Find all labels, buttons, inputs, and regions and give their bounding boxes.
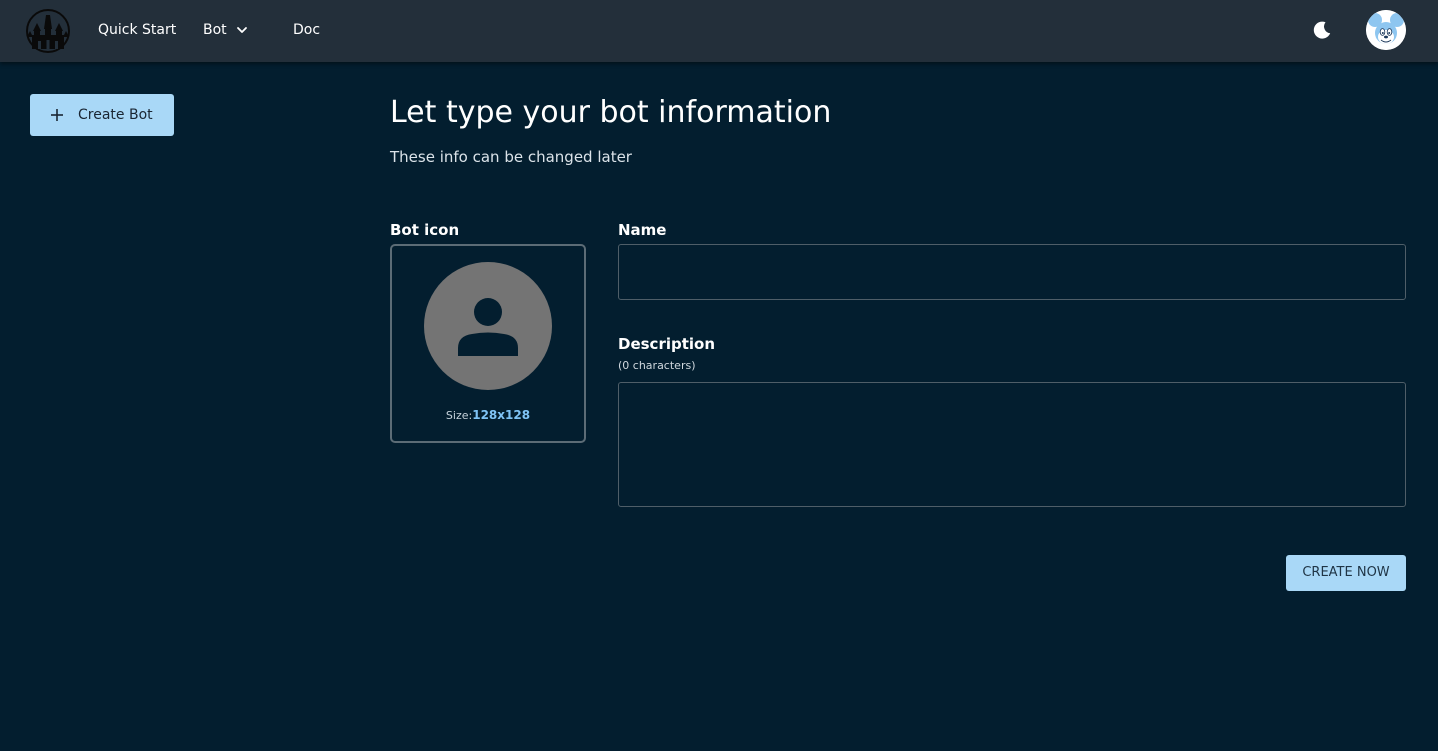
nav-bot-menu[interactable]: Bot [203,21,227,39]
chevron-down-icon[interactable] [236,24,248,36]
create-now-button[interactable]: CREATE NOW [1286,555,1406,591]
plus-icon [51,109,63,121]
description-label: Description [618,335,716,353]
description-input[interactable] [618,382,1406,507]
page-title: Let type your bot information [390,95,832,130]
top-navbar: Quick Start Bot Doc [0,0,1438,62]
moon-icon[interactable] [1311,19,1333,41]
size-value: 128x128 [472,408,531,422]
bot-icon-uploader[interactable]: Size:128x128 [390,244,586,443]
person-icon [458,298,518,356]
bot-icon-placeholder [424,262,552,390]
nav-quick-start[interactable]: Quick Start [98,21,176,39]
description-char-count: (0 characters) [618,359,696,372]
name-label: Name [618,221,667,239]
mouse-character-avatar [1366,10,1406,50]
icon-size-hint: Size:128x128 [392,408,584,422]
nav-doc[interactable]: Doc [293,21,320,39]
name-input[interactable] [618,244,1406,300]
user-avatar[interactable] [1366,10,1406,50]
bot-icon-label: Bot icon [390,221,460,239]
page-subtitle: These info can be changed later [390,148,632,166]
castle-logo-icon[interactable] [24,9,72,53]
size-prefix: Size: [445,409,473,422]
create-bot-button[interactable]: Create Bot [30,94,174,136]
create-bot-label: Create Bot [78,107,153,123]
